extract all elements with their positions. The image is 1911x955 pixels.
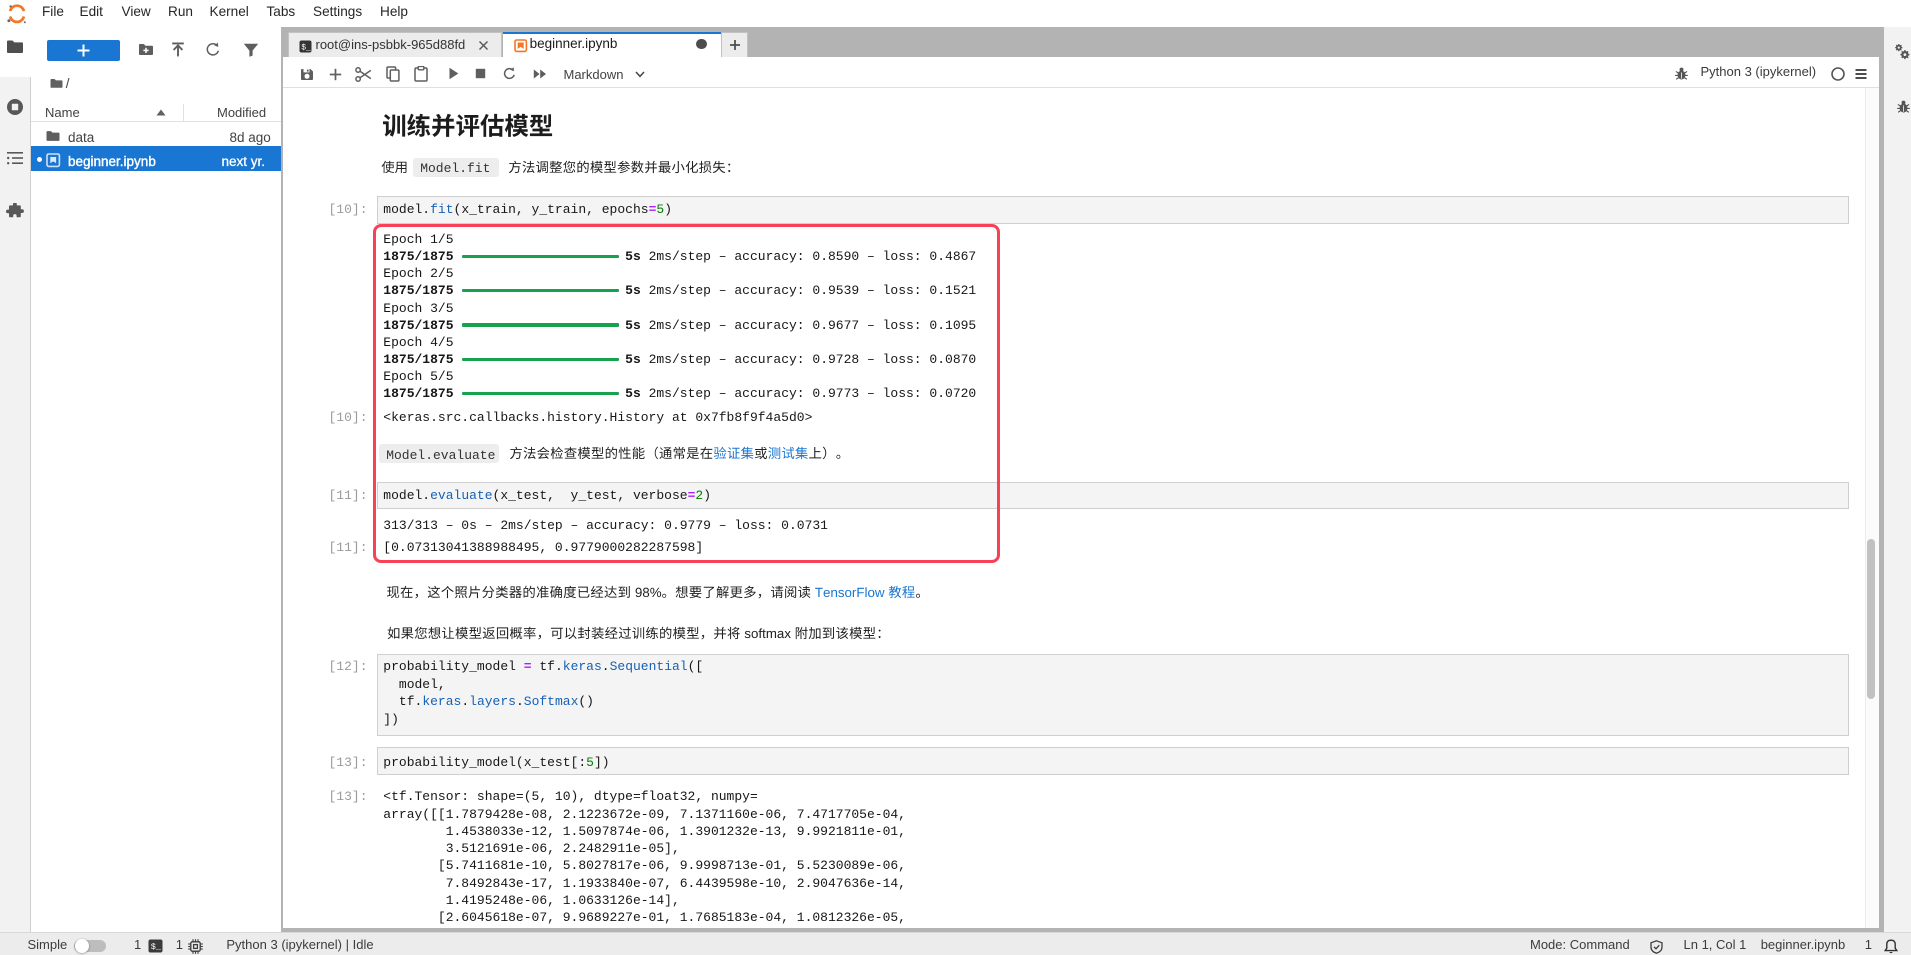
svg-text:$_: $_	[301, 43, 311, 52]
svg-text:$_: $_	[150, 942, 161, 952]
